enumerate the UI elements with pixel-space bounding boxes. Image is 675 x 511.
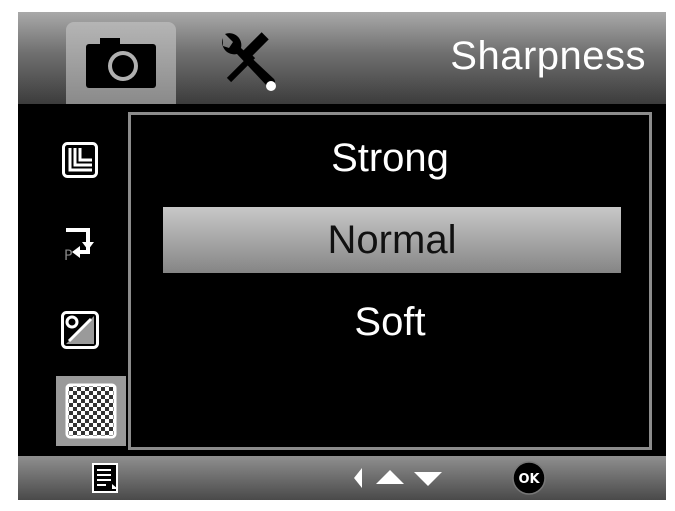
bottom-bar: OK (18, 456, 666, 500)
option-strong[interactable]: Strong (131, 125, 649, 191)
sidebar-item-image-size[interactable] (52, 132, 108, 188)
menu-button[interactable] (92, 462, 120, 494)
exposure-icon (61, 311, 99, 349)
tab-camera[interactable] (66, 22, 176, 104)
arrow-left-icon (354, 468, 362, 488)
sidebar: P (18, 104, 128, 450)
sidebar-item-exposure[interactable] (52, 302, 108, 358)
ok-label: OK (518, 472, 540, 487)
camera-icon (86, 38, 156, 88)
menu-list-icon (92, 463, 118, 493)
arrow-down-icon (414, 472, 442, 486)
image-size-icon (62, 142, 98, 178)
ok-icon: OK (512, 461, 546, 495)
sidebar-item-image-quality[interactable]: P (52, 216, 108, 272)
ok-button[interactable]: OK (512, 461, 546, 495)
option-soft[interactable]: Soft (131, 289, 649, 355)
tools-icon (222, 32, 276, 91)
top-bar: Sharpness (18, 12, 666, 104)
svg-text:P: P (64, 248, 72, 262)
navigation-arrows (352, 462, 442, 494)
image-quality-icon: P (64, 228, 94, 262)
sidebar-item-sharpness[interactable] (56, 376, 126, 446)
camera-screen: Sharpness P Strong Normal Soft OK (18, 12, 666, 500)
options-panel: Strong Normal Soft (128, 112, 652, 450)
option-normal-selected[interactable]: Normal (163, 207, 621, 273)
arrow-up-icon (376, 470, 404, 484)
menu-title: Sharpness (450, 34, 646, 78)
tab-settings[interactable] (208, 26, 288, 96)
sharpness-icon (65, 383, 117, 439)
